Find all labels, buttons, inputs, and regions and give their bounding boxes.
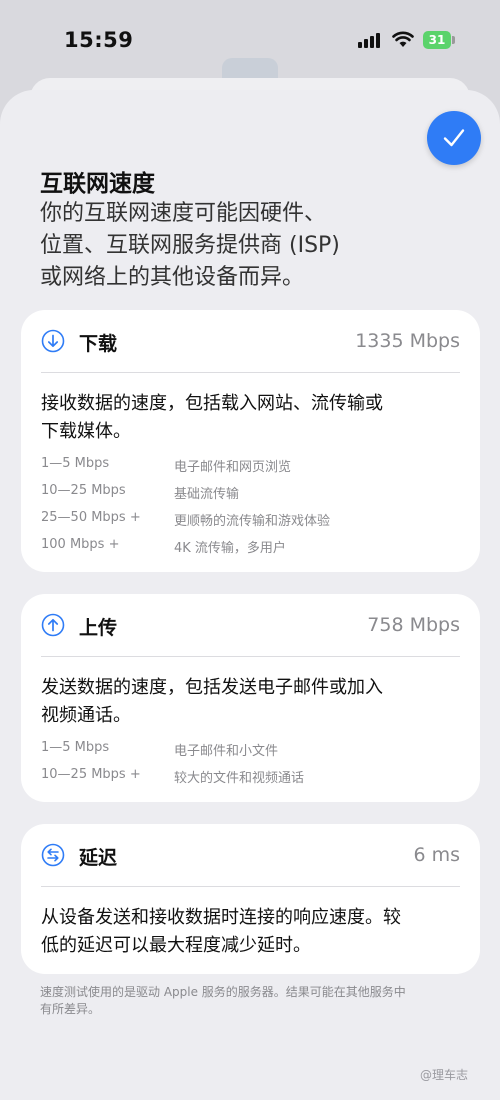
arrows-left-right-circle-icon xyxy=(41,843,65,867)
upload-speed-list: 1—5 Mbps 电子邮件和小文件 10—25 Mbps + 较大的文件和视频通话 xyxy=(41,736,461,790)
download-description: 接收数据的速度，包括载入网站、流传输或 下载媒体。 xyxy=(41,393,383,442)
divider xyxy=(41,656,460,657)
speed-use: 较大的文件和视频通话 xyxy=(174,771,305,786)
download-card: 下载 1335 Mbps 接收数据的速度，包括载入网站、流传输或 下载媒体。 1… xyxy=(21,310,480,572)
latency-value: 6 ms xyxy=(413,844,460,866)
download-title: 下载 xyxy=(79,333,118,355)
status-time: 15:59 xyxy=(64,28,134,52)
done-button[interactable] xyxy=(427,111,481,165)
speed-use: 4K 流传输，多用户 xyxy=(174,541,286,556)
latency-card-header: 延迟 6 ms xyxy=(21,824,480,886)
speed-use: 更顺畅的流传输和游戏体验 xyxy=(174,514,331,529)
upload-value: 758 Mbps xyxy=(367,614,460,636)
speed-use: 电子邮件和小文件 xyxy=(174,744,279,759)
speed-use: 电子邮件和网页浏览 xyxy=(174,460,292,475)
speed-range: 10—25 Mbps xyxy=(41,483,126,498)
list-item: 1—5 Mbps 电子邮件和小文件 xyxy=(41,736,461,763)
cellular-signal-icon xyxy=(358,32,384,48)
list-item: 100 Mbps + 4K 流传输，多用户 xyxy=(41,533,461,560)
wifi-icon xyxy=(392,31,414,47)
upload-title: 上传 xyxy=(79,617,118,639)
footnote: 速度测试使用的是驱动 Apple 服务的服务器。结果可能在其他服务中 有所差异。 xyxy=(40,985,406,1016)
download-speed-list: 1—5 Mbps 电子邮件和网页浏览 10—25 Mbps 基础流传输 25—50 … xyxy=(41,452,461,560)
battery-level: 31 xyxy=(428,33,446,47)
checkmark-icon xyxy=(443,129,465,147)
list-item: 10—25 Mbps 基础流传输 xyxy=(41,479,461,506)
download-value: 1335 Mbps xyxy=(355,330,460,352)
upload-card-header: 上传 758 Mbps xyxy=(21,594,480,656)
list-item: 25—50 Mbps + 更顺畅的流传输和游戏体验 xyxy=(41,506,461,533)
list-item: 10—25 Mbps + 较大的文件和视频通话 xyxy=(41,763,461,790)
arrow-up-circle-icon xyxy=(41,613,65,637)
arrow-down-circle-icon xyxy=(41,329,65,353)
speed-range: 1—5 Mbps xyxy=(41,456,110,471)
speed-range: 1—5 Mbps xyxy=(41,740,110,755)
divider xyxy=(41,372,460,373)
watermark: @理车志 xyxy=(420,1068,469,1082)
latency-description: 从设备发送和接收数据时连接的响应速度。较 低的延迟可以最大程度减少延时。 xyxy=(41,907,401,956)
upload-card: 上传 758 Mbps 发送数据的速度，包括发送电子邮件或加入 视频通话。 1—… xyxy=(21,594,480,802)
speed-range: 10—25 Mbps + xyxy=(41,767,141,782)
page-title: 互联网速度 xyxy=(40,171,155,197)
upload-description: 发送数据的速度，包括发送电子邮件或加入 视频通话。 xyxy=(41,677,383,726)
battery-tip xyxy=(452,36,455,44)
speed-use: 基础流传输 xyxy=(174,487,240,502)
download-card-header: 下载 1335 Mbps xyxy=(21,310,480,372)
speed-range: 100 Mbps + xyxy=(41,537,120,552)
page-description: 你的互联网速度可能因硬件、 位置、互联网服务提供商 (ISP) 或网络上的其他设… xyxy=(40,201,340,290)
battery-icon: 31 xyxy=(423,31,451,49)
latency-card: 延迟 6 ms 从设备发送和接收数据时连接的响应速度。较 低的延迟可以最大程度减… xyxy=(21,824,480,974)
latency-title: 延迟 xyxy=(79,847,118,869)
speed-range: 25—50 Mbps + xyxy=(41,510,141,525)
divider xyxy=(41,886,460,887)
list-item: 1—5 Mbps 电子邮件和网页浏览 xyxy=(41,452,461,479)
